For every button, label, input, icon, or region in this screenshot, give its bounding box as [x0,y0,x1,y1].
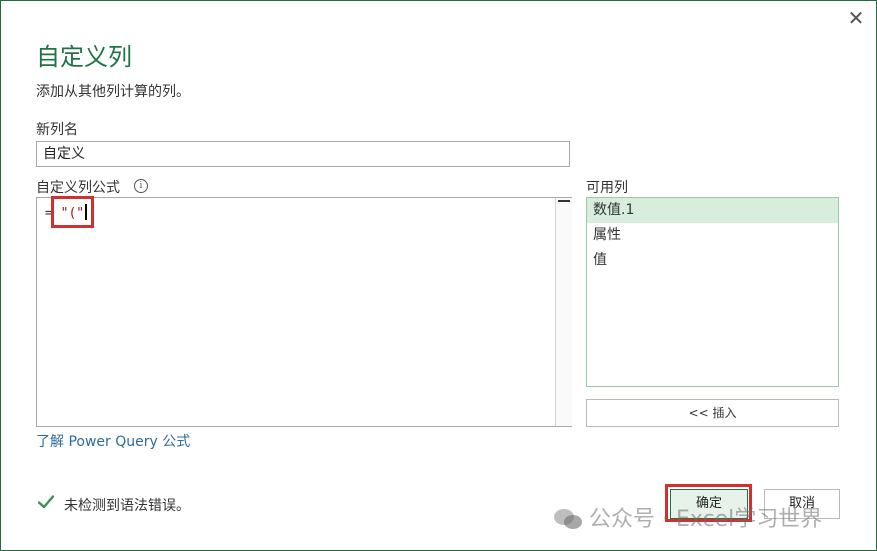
info-icon[interactable]: i [134,179,148,193]
syntax-status-text: 未检测到语法错误。 [64,498,190,514]
close-icon[interactable]: ✕ [845,7,867,29]
available-columns-list[interactable]: 数值.1 属性 值 [586,197,839,387]
formula-label: 自定义列公式 [36,180,120,196]
wechat-icon [554,509,582,529]
scrollbar-thumb[interactable] [558,200,570,202]
new-column-name-label: 新列名 [36,122,78,138]
custom-column-dialog: ✕ 自定义列 添加从其他列计算的列。 新列名 自定义 自定义列公式 i = "(… [0,0,877,551]
formula-scrollbar[interactable] [555,198,572,426]
dialog-title: 自定义列 [36,43,132,71]
insert-button[interactable]: << 插入 [586,399,839,427]
watermark-text: 公众号 · Excel学习世界 [589,507,823,532]
available-column-item[interactable]: 值 [587,248,838,273]
new-column-name-input[interactable]: 自定义 [36,141,570,167]
formula-editor[interactable]: = "(" [36,197,572,427]
available-column-item[interactable]: 数值.1 [587,198,838,223]
checkmark-icon [37,495,55,509]
learn-power-query-link[interactable]: 了解 Power Query 公式 [36,431,190,451]
available-column-item[interactable]: 属性 [587,223,838,248]
watermark: 公众号 · Excel学习世界 [553,501,822,533]
dialog-subtitle: 添加从其他列计算的列。 [36,84,190,100]
available-columns-label: 可用列 [586,180,628,196]
formula-highlight-box [51,196,94,228]
